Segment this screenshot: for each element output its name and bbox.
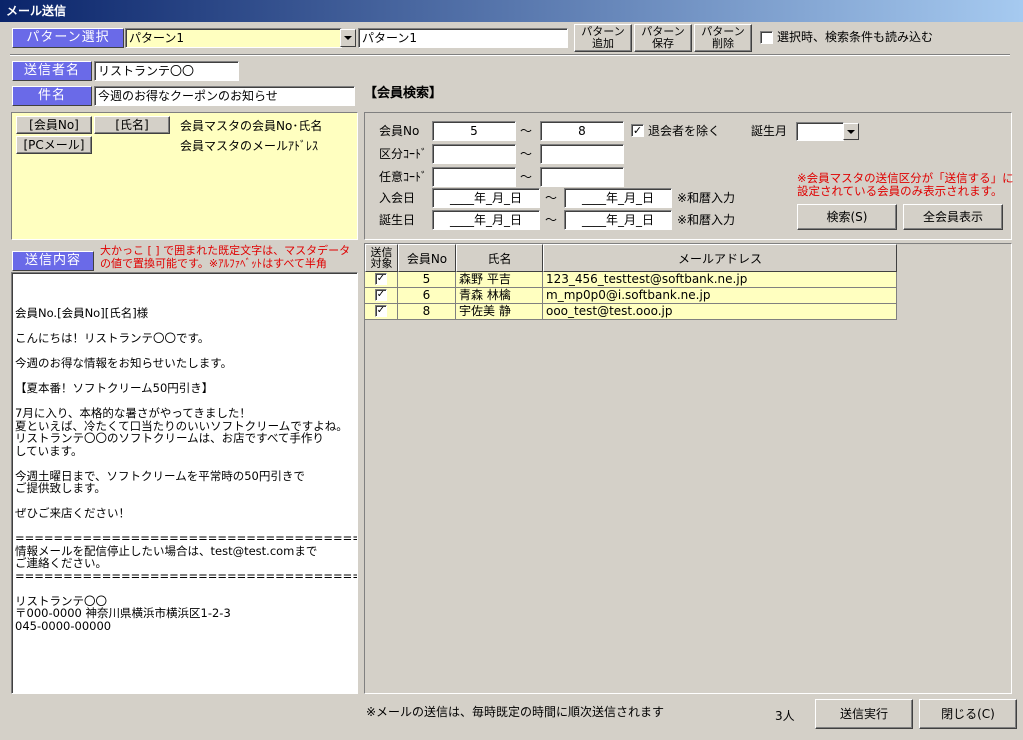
birth-month-label: 誕生月 xyxy=(751,124,788,138)
insert-pc-mail-button[interactable]: [PCメール] xyxy=(16,136,92,154)
insert-name-button[interactable]: [氏名] xyxy=(94,116,170,134)
category-code-to-input[interactable] xyxy=(540,144,624,164)
pattern-add-line2: 追加 xyxy=(592,37,614,50)
close-button[interactable]: 閉じる(C) xyxy=(919,699,1017,729)
member-no-cell: 8 xyxy=(398,304,456,320)
results-grid[interactable]: 送信 対象 会員No 氏名 メールアドレス ✓ 5 森野 平吉 123_456_… xyxy=(364,243,1012,694)
pattern-select-label: パターン選択 xyxy=(12,28,124,48)
name-cell: 森野 平吉 xyxy=(456,272,543,288)
join-date-from-input[interactable]: ____年_月_日 xyxy=(432,188,540,208)
check-mark-icon[interactable]: ✓ xyxy=(375,289,387,301)
any-code-tilde: ～ xyxy=(520,170,533,184)
window-title: メール送信 xyxy=(6,4,67,18)
email-cell: ooo_test@test.ooo.jp xyxy=(543,304,897,320)
sender-name-label: 送信者名 xyxy=(12,61,92,81)
birth-month-dropdown[interactable] xyxy=(796,122,844,141)
member-no-cell: 6 xyxy=(398,288,456,304)
recipient-count: 3人 xyxy=(775,709,795,723)
send-target-cell[interactable]: ✓ xyxy=(365,272,398,288)
send-execute-button[interactable]: 送信実行 xyxy=(815,699,913,729)
pattern-select-value: パターン1 xyxy=(129,31,185,45)
mail-insert-description: 会員マスタのメールｱﾄﾞﾚｽ xyxy=(180,139,319,153)
pattern-delete-line2: 削除 xyxy=(712,37,734,50)
member-no-label: 会員No xyxy=(379,124,420,138)
name-cell: 青森 林檎 xyxy=(456,288,543,304)
any-code-label: 任意ｺｰﾄﾞ xyxy=(379,170,428,184)
join-date-to-input[interactable]: ____年_月_日 xyxy=(564,188,672,208)
pattern-save-button[interactable]: パターン 保存 xyxy=(634,24,692,52)
show-all-members-button[interactable]: 全会員表示 xyxy=(903,204,1003,230)
subject-label: 件名 xyxy=(12,86,92,106)
pattern-select-arrow-icon[interactable] xyxy=(340,29,356,47)
exclude-withdrawn-label: 退会者を除く xyxy=(648,124,721,138)
body-replace-note: 大かっこ [ ] で囲まれた既定文字は、マスタデータ の値で置換可能です。※ｱﾙ… xyxy=(100,244,350,270)
check-mark-icon: ✓ xyxy=(632,124,643,137)
send-flag-notice: ※会員マスタの送信区分が「送信する」に 設定されている会員のみ表示されます。 xyxy=(797,172,1014,198)
birth-date-to-input[interactable]: ____年_月_日 xyxy=(564,210,672,230)
category-code-from-input[interactable] xyxy=(432,144,516,164)
body-textarea[interactable]: 会員No.[会員No][氏名]様 こんにちは！リストランテ〇〇です。 今週のお得… xyxy=(11,272,358,694)
window-title-bar: メール送信 xyxy=(0,0,1023,22)
pattern-delete-button[interactable]: パターン 削除 xyxy=(694,24,752,52)
send-schedule-note: ※メールの送信は、毎時既定の時間に順次送信されます xyxy=(366,705,665,719)
join-date-label: 入会日 xyxy=(379,191,416,205)
birth-month-arrow-icon[interactable] xyxy=(843,123,859,140)
body-text: 会員No.[会員No][氏名]様 こんにちは！リストランテ〇〇です。 今週のお得… xyxy=(15,306,358,633)
search-button[interactable]: 検索(S) xyxy=(797,204,897,230)
member-search-title: 【会員検索】 xyxy=(364,86,443,101)
top-divider xyxy=(10,54,1010,56)
subject-input[interactable]: 今週のお得なクーポンのお知らせ xyxy=(94,86,355,106)
exclude-withdrawn-checkbox[interactable]: ✓ xyxy=(631,124,644,137)
pattern-select-dropdown[interactable]: パターン1 xyxy=(125,28,342,48)
col-header-send-target[interactable]: 送信 対象 xyxy=(365,244,398,272)
pattern-add-button[interactable]: パターン 追加 xyxy=(574,24,632,52)
col-header-name[interactable]: 氏名 xyxy=(456,244,543,272)
member-no-tilde: ～ xyxy=(520,124,533,138)
col-header-email[interactable]: メールアドレス xyxy=(543,244,897,272)
check-mark-icon[interactable]: ✓ xyxy=(375,305,387,317)
body-note-line2: の値で置換可能です。※ｱﾙﾌｧﾍﾞｯﾄはすべて半角 xyxy=(100,257,327,270)
category-code-label: 区分ｺｰﾄﾞ xyxy=(379,147,428,161)
member-insert-description: 会員マスタの会員No･氏名 xyxy=(180,119,323,133)
sender-name-input[interactable]: リストランテ〇〇 xyxy=(94,61,239,81)
member-search-panel: 会員No 5 ～ 8 ✓ 退会者を除く 誕生月 区分ｺｰﾄﾞ ～ 任意ｺｰﾄﾞ … xyxy=(364,112,1014,240)
insert-member-no-button[interactable]: [会員No] xyxy=(16,116,92,134)
insert-tag-panel: [会員No] [氏名] 会員マスタの会員No･氏名 [PCメール] 会員マスタの… xyxy=(11,112,358,240)
birth-date-wareki-note: ※和暦入力 xyxy=(677,213,736,227)
name-cell: 宇佐美 静 xyxy=(456,304,543,320)
load-conditions-label: 選択時、検索条件も読み込む xyxy=(777,30,934,44)
col-header-member-no[interactable]: 会員No xyxy=(398,244,456,272)
email-cell: m_mp0p0@i.softbank.ne.jp xyxy=(543,288,897,304)
member-no-from-input[interactable]: 5 xyxy=(432,121,516,141)
body-note-line1: 大かっこ [ ] で囲まれた既定文字は、マスタデータ xyxy=(100,244,351,257)
any-code-to-input[interactable] xyxy=(540,167,624,187)
body-label: 送信内容 xyxy=(12,251,94,271)
email-cell: 123_456_testtest@softbank.ne.jp xyxy=(543,272,897,288)
send-target-cell[interactable]: ✓ xyxy=(365,288,398,304)
member-no-cell: 5 xyxy=(398,272,456,288)
birth-date-label: 誕生日 xyxy=(379,213,416,227)
join-date-tilde: ～ xyxy=(545,191,558,205)
member-no-to-input[interactable]: 8 xyxy=(540,121,624,141)
category-code-tilde: ～ xyxy=(520,147,533,161)
check-mark-icon[interactable]: ✓ xyxy=(375,273,387,285)
load-conditions-checkbox[interactable] xyxy=(760,31,773,44)
send-target-cell[interactable]: ✓ xyxy=(365,304,398,320)
pattern-save-line2: 保存 xyxy=(652,37,674,50)
birth-date-from-input[interactable]: ____年_月_日 xyxy=(432,210,540,230)
birth-date-tilde: ～ xyxy=(545,213,558,227)
send-flag-notice-line2: 設定されている会員のみ表示されます。 xyxy=(797,184,1003,198)
pattern-name-input[interactable]: パターン1 xyxy=(358,28,568,48)
any-code-from-input[interactable] xyxy=(432,167,516,187)
join-date-wareki-note: ※和暦入力 xyxy=(677,191,736,205)
